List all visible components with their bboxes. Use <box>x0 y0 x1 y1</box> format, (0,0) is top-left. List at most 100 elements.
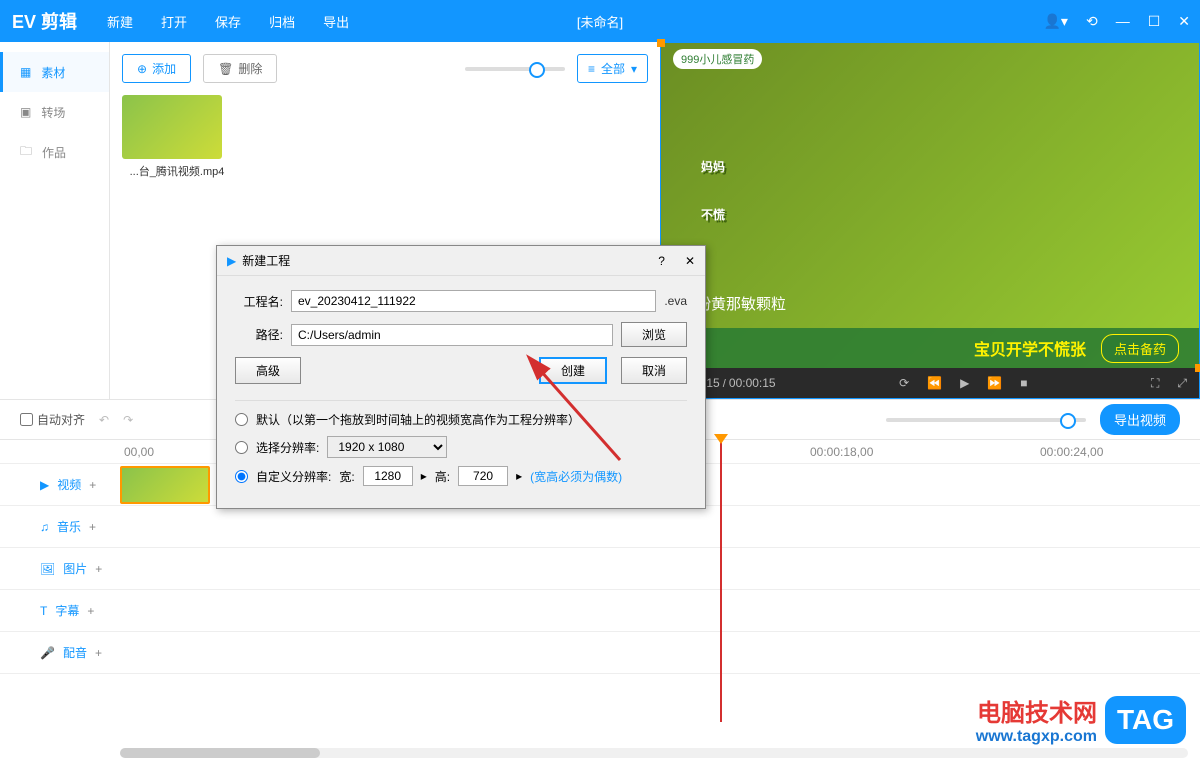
timeline-zoom-slider[interactable] <box>886 418 1086 422</box>
folder-icon: 🗀 <box>20 142 32 163</box>
fullscreen-icon[interactable]: ⤢ <box>1177 376 1187 391</box>
track-image[interactable]: 🖼 图片 + <box>0 548 1200 590</box>
width-input[interactable] <box>363 466 413 486</box>
resolution-select[interactable]: 1920 x 1080 <box>327 436 447 458</box>
add-button[interactable]: ⊕ 添加 <box>122 54 191 83</box>
export-video-button[interactable]: 导出视频 <box>1100 404 1180 435</box>
plus-icon[interactable]: + <box>95 646 102 660</box>
autosnap-input[interactable] <box>20 413 33 426</box>
minimize-icon[interactable]: — <box>1116 13 1130 29</box>
radio-custom-label: 自定义分辨率: <box>256 468 331 485</box>
name-label: 工程名: <box>235 293 283 310</box>
crop-icon[interactable]: ⛶ <box>1151 376 1159 391</box>
sync-icon[interactable]: ⟲ <box>1086 13 1098 30</box>
playhead[interactable] <box>720 442 722 722</box>
advanced-button[interactable]: 高级 <box>235 357 301 384</box>
menu-new[interactable]: 新建 <box>107 12 133 31</box>
ad-badge: 999小儿感冒药 <box>673 49 762 69</box>
radio-default[interactable] <box>235 413 248 426</box>
transition-icon: ▣ <box>20 105 31 119</box>
ad-banner: 宝贝开学不慌张 点击备药 <box>661 328 1199 368</box>
ad-cta-button[interactable]: 点击备药 <box>1101 334 1179 363</box>
track-music[interactable]: ♫音乐+ <box>0 506 1200 548</box>
preview-canvas[interactable]: 999小儿感冒药 妈妈不慌 氨酚黄那敏颗粒 宝贝开学不慌张 点击备药 <box>661 43 1199 368</box>
undo-icon[interactable]: ↶ <box>99 413 109 427</box>
autosnap-checkbox[interactable]: 自动对齐 <box>20 411 85 428</box>
sidebar-label: 素材 <box>41 64 65 81</box>
add-icon: ⊕ <box>137 62 147 76</box>
menu-archive[interactable]: 归档 <box>269 12 295 31</box>
media-thumbnail <box>122 95 222 159</box>
list-icon: ≡ <box>588 62 595 76</box>
delete-button[interactable]: 🗑 删除 <box>203 54 277 83</box>
autosnap-label: 自动对齐 <box>37 411 85 428</box>
track-voice[interactable]: 🎤配音+ <box>0 632 1200 674</box>
radio-default-label: 默认（以第一个拖放到时间轴上的视频宽高作为工程分辨率） <box>256 411 580 428</box>
spin-icon[interactable]: ▸ <box>516 469 522 483</box>
track-label: 音乐 <box>57 518 81 535</box>
forward-icon[interactable]: ⏩ <box>987 376 1002 390</box>
plus-icon[interactable]: + <box>95 562 102 576</box>
video-clip[interactable] <box>120 466 210 504</box>
spin-icon[interactable]: ▸ <box>421 469 427 483</box>
ruler-tick: 00,00 <box>124 445 154 459</box>
dialog-title: 新建工程 <box>242 252 290 269</box>
dialog-close-icon[interactable]: ✕ <box>685 254 695 268</box>
browse-button[interactable]: 浏览 <box>621 322 687 347</box>
watermark-url: www.tagxp.com <box>976 728 1097 746</box>
delete-label: 删除 <box>238 60 262 77</box>
app-logo: EV 剪辑 <box>12 8 77 34</box>
menu-save[interactable]: 保存 <box>215 12 241 31</box>
sidebar-label: 转场 <box>41 104 65 121</box>
close-icon[interactable]: ✕ <box>1178 13 1190 30</box>
stop-icon[interactable]: ■ <box>1020 376 1027 390</box>
width-label: 宽: <box>339 468 354 485</box>
rewind-icon[interactable]: ⏪ <box>927 376 942 390</box>
path-label: 路径: <box>235 326 283 343</box>
height-label: 高: <box>435 468 450 485</box>
project-path-input[interactable] <box>291 324 613 346</box>
document-title: [未命名] <box>577 12 623 31</box>
user-icon[interactable]: 👤▾ <box>1044 13 1068 30</box>
project-name-input[interactable] <box>291 290 656 312</box>
main-menu: 新建 打开 保存 归档 导出 <box>107 12 349 31</box>
help-icon[interactable]: ? <box>658 254 665 268</box>
sidebar: ▦ 素材 ▣ 转场 🗀作品 <box>0 42 110 399</box>
create-button[interactable]: 创建 <box>539 357 607 384</box>
image-icon: 🖼 <box>40 562 55 576</box>
menu-export[interactable]: 导出 <box>323 12 349 31</box>
watermark: 电脑技术网 www.tagxp.com TAG <box>976 693 1186 746</box>
media-item[interactable]: ...台_腾讯视频.mp4 <box>122 95 232 179</box>
preview-controls: 00:00:15 / 00:00:15 ⟳ ⏪ ▶ ⏩ ■ ⛶ ⤢ <box>661 368 1199 398</box>
height-input[interactable] <box>458 466 508 486</box>
radio-select-label: 选择分辨率: <box>256 439 319 456</box>
horizontal-scrollbar[interactable] <box>120 748 1188 758</box>
track-label: 图片 <box>63 560 87 577</box>
maximize-icon[interactable]: ☐ <box>1148 13 1161 30</box>
loop-icon[interactable]: ⟳ <box>899 376 909 390</box>
add-label: 添加 <box>152 60 176 77</box>
media-filename: ...台_腾讯视频.mp4 <box>122 163 232 179</box>
text-icon: T <box>40 604 47 618</box>
radio-custom[interactable] <box>235 470 248 483</box>
plus-icon[interactable]: + <box>89 520 96 534</box>
play-icon[interactable]: ▶ <box>960 376 969 390</box>
menu-open[interactable]: 打开 <box>161 12 187 31</box>
filter-dropdown[interactable]: ≡全部▾ <box>577 54 648 83</box>
sidebar-item-works[interactable]: 🗀作品 <box>0 132 109 172</box>
grid-icon: ▦ <box>20 65 31 79</box>
radio-select[interactable] <box>235 441 248 454</box>
thumb-zoom-slider[interactable] <box>465 67 565 71</box>
new-project-dialog: ▶ 新建工程 ? ✕ 工程名: .eva 路径: 浏览 高级 创建 取消 默认（… <box>216 245 706 509</box>
cancel-button[interactable]: 取消 <box>621 357 687 384</box>
watermark-tag: TAG <box>1105 696 1186 744</box>
sidebar-item-material[interactable]: ▦ 素材 <box>0 52 109 92</box>
ad-headline: 妈妈不慌 <box>701 133 725 230</box>
plus-icon[interactable]: + <box>89 478 96 492</box>
redo-icon[interactable]: ↷ <box>123 413 133 427</box>
track-subtitle[interactable]: T字幕+ <box>0 590 1200 632</box>
sidebar-item-transition[interactable]: ▣ 转场 <box>0 92 109 132</box>
track-label: 配音 <box>63 644 87 661</box>
plus-icon[interactable]: + <box>87 604 94 618</box>
trash-icon: 🗑 <box>218 62 233 76</box>
